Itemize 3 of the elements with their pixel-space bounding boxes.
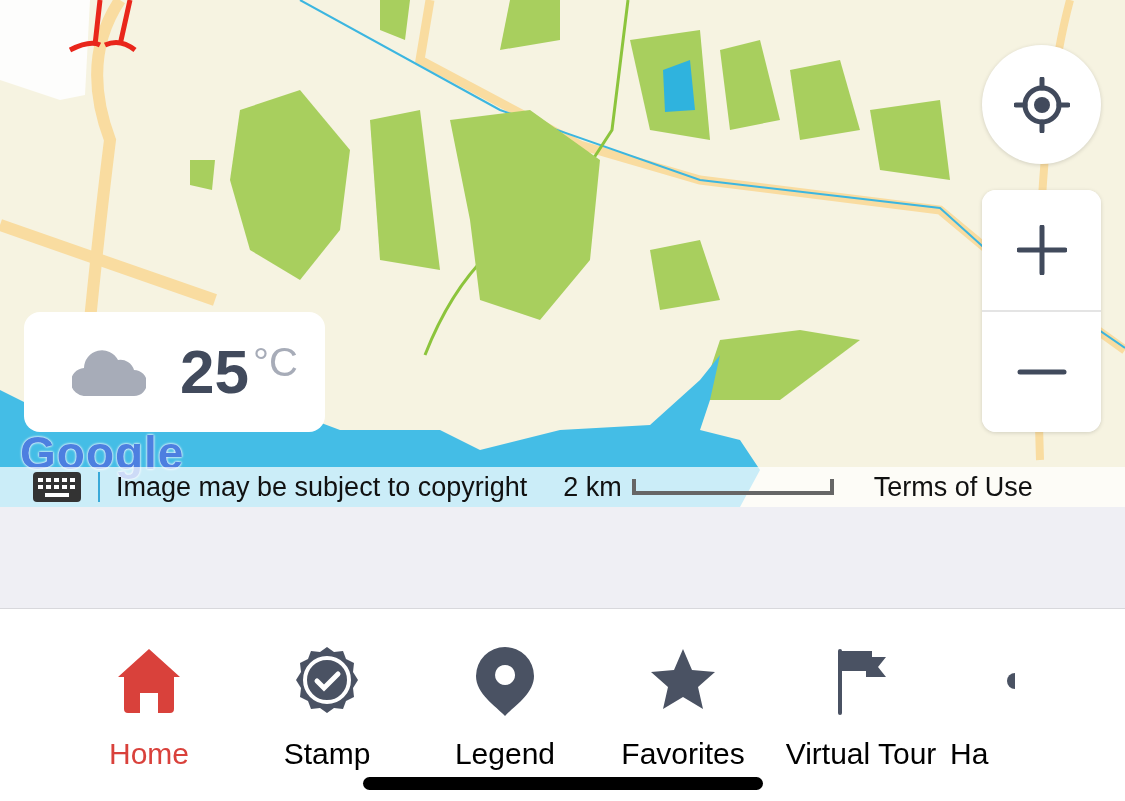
temperature: 25 (180, 341, 249, 403)
temperature-unit: °C (252, 340, 298, 385)
scale-label: 2 km (563, 471, 622, 503)
